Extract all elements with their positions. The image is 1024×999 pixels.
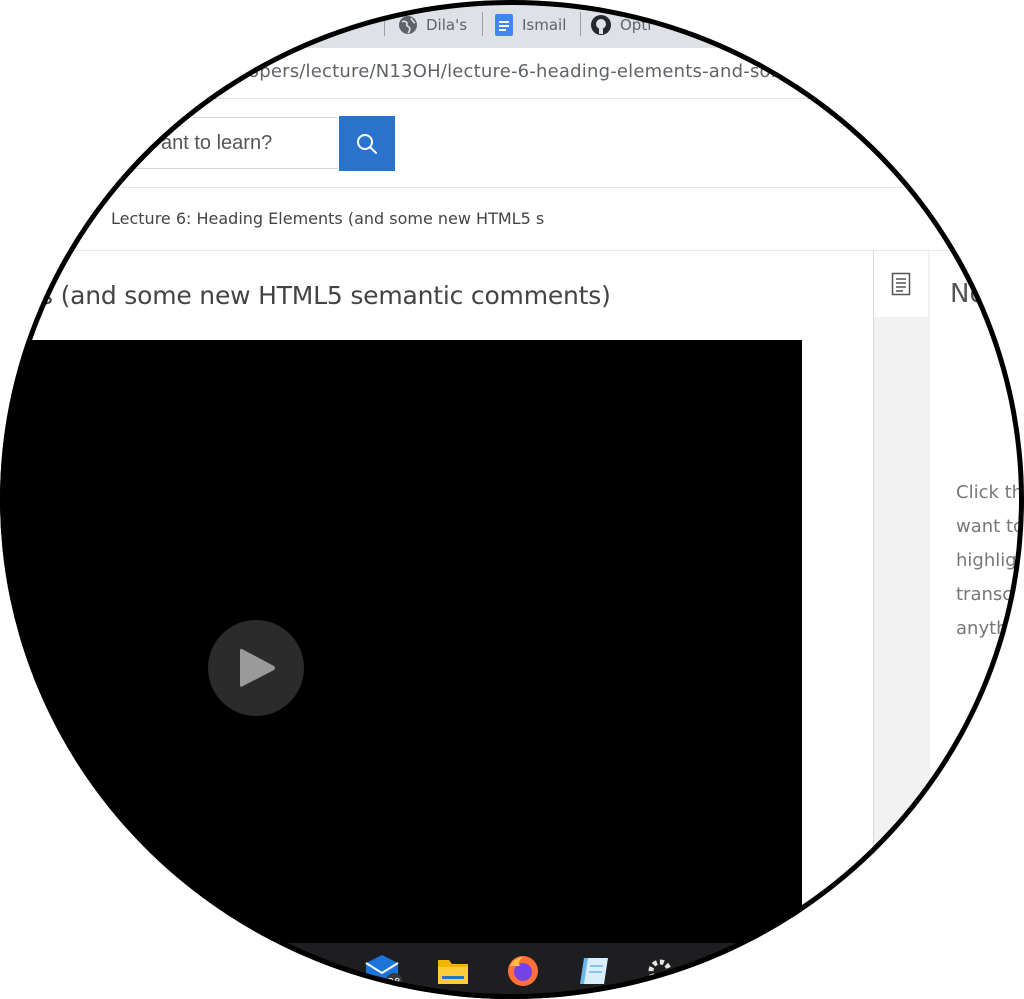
tab-separator xyxy=(482,12,483,36)
notepad-icon xyxy=(580,958,608,984)
notes-help-line: transc xyxy=(956,584,1013,605)
notes-help-line: want to xyxy=(956,516,1024,537)
firefox-icon xyxy=(508,956,538,986)
screen: Dila's Ismail Opti opers/lecture/N13OH/l… xyxy=(0,0,1024,999)
breadcrumb-current: Lecture 6: Heading Elements (and some ne… xyxy=(111,209,545,228)
tab-label: Ismail xyxy=(522,16,567,34)
tab-separator xyxy=(580,12,581,36)
taskbar-firefox[interactable] xyxy=(503,951,543,991)
github-icon xyxy=(591,15,611,35)
search-icon xyxy=(357,133,377,154)
taskbar-file-explorer[interactable] xyxy=(433,951,473,991)
url-text[interactable]: opers/lecture/N13OH/lecture-6-heading-el… xyxy=(248,61,800,82)
breadcrumb: / Lecture 6: Heading Elements (and some … xyxy=(0,188,1024,251)
tab-label: Opti xyxy=(620,16,652,34)
search-input[interactable] xyxy=(120,117,338,169)
site-header xyxy=(0,99,1024,188)
taskbar-settings[interactable] xyxy=(640,951,680,991)
notes-help-line: anyth xyxy=(956,618,1008,639)
search-button[interactable] xyxy=(339,116,395,171)
taskbar-notepad[interactable] xyxy=(574,951,614,991)
docs-icon xyxy=(495,14,513,36)
tab-ismail[interactable]: Ismail xyxy=(494,8,566,42)
browser-tab-bar: Dila's Ismail Opti xyxy=(0,0,1024,48)
notes-panel: No Click th want to highlig transc anyth xyxy=(930,251,1024,999)
tab-dilas[interactable]: Dila's xyxy=(398,8,467,42)
notes-help-text: Click th want to highlig transc anyth xyxy=(956,476,1024,646)
video-player[interactable] xyxy=(0,340,802,999)
address-bar[interactable]: opers/lecture/N13OH/lecture-6-heading-el… xyxy=(0,48,1024,99)
tab-label: Dila's xyxy=(426,16,468,34)
mail-icon: 28 xyxy=(365,955,402,989)
notes-icon xyxy=(891,272,911,296)
settings-icon xyxy=(648,959,672,983)
tab-github[interactable]: Opti xyxy=(590,8,651,42)
notes-sidebar-rail xyxy=(873,251,931,999)
taskbar-mail[interactable]: 28 xyxy=(362,951,402,991)
notes-tab[interactable] xyxy=(874,251,928,317)
tab-separator xyxy=(384,12,385,36)
notes-help-line: highlig xyxy=(956,550,1017,571)
folder-icon xyxy=(438,960,468,984)
mail-badge: 28 xyxy=(388,977,401,988)
notes-help-line: Click th xyxy=(956,482,1024,503)
magnifier-view: Dila's Ismail Opti opers/lecture/N13OH/l… xyxy=(0,0,1024,999)
play-button[interactable] xyxy=(208,620,304,716)
notes-title: No xyxy=(950,279,986,309)
breadcrumb-separator: / xyxy=(88,208,94,226)
taskbar: 28 xyxy=(0,943,1024,999)
lecture-title: s (and some new HTML5 semantic comments) xyxy=(40,281,611,310)
play-icon xyxy=(240,648,275,687)
globe-icon xyxy=(399,16,417,34)
